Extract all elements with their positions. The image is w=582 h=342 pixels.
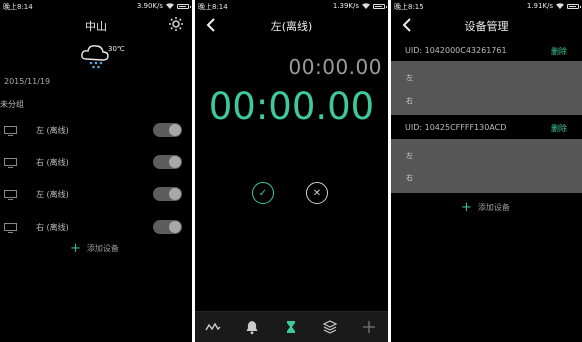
device-row[interactable]: 左 (离线): [0, 122, 192, 140]
status-time: 晚上8:14: [198, 3, 228, 11]
device-toggle[interactable]: [153, 187, 182, 201]
device-label: 右 (离线): [36, 223, 69, 232]
device-label: 左 (离线): [36, 126, 69, 135]
add-device-button[interactable]: + 添加设备: [70, 240, 119, 256]
temperature: 30℃: [108, 45, 125, 53]
date-label: 2015/11/19: [4, 77, 51, 86]
status-bar: 晚上8:14 3.90K/s: [0, 0, 192, 12]
status-time: 晚上8:15: [394, 3, 424, 11]
device-toggle[interactable]: [153, 155, 182, 169]
device-row[interactable]: 右 (离线): [0, 219, 192, 237]
channel-block: 左 右: [391, 61, 582, 115]
page-title: 设备管理: [464, 20, 509, 33]
plus-icon: +: [70, 240, 81, 256]
channel-left[interactable]: 左: [406, 73, 413, 83]
device-uid-row: UID: 1042000C43261761 删除: [391, 41, 582, 61]
device-uid-row: UID: 10425CFFFF130ACD 删除: [391, 118, 582, 138]
weather-snow-icon: [81, 45, 109, 69]
wave-chart-icon[interactable]: [205, 319, 221, 335]
cancel-button[interactable]: ✕: [306, 182, 328, 204]
device-icon: [4, 158, 17, 168]
battery-icon: [373, 3, 387, 9]
bottom-tab-bar: [195, 311, 388, 342]
device-label: 右 (离线): [36, 158, 69, 167]
group-label: 未分组: [0, 100, 24, 109]
device-management-screen: 晚上8:15 1.91K/s 设备管理 UID: 1042000C4326176…: [391, 0, 582, 342]
channel-right[interactable]: 右: [406, 96, 413, 106]
network-speed: 1.39K/s: [332, 2, 359, 10]
device-uid: UID: 1042000C43261761: [405, 46, 507, 55]
status-bar: 晚上8:14 1.39K/s: [195, 0, 388, 12]
channel-right[interactable]: 右: [406, 173, 413, 183]
channel-block: 左 右: [391, 139, 582, 193]
device-label: 左 (离线): [36, 190, 69, 199]
device-icon: [4, 126, 17, 136]
add-device-label: 添加设备: [477, 203, 510, 212]
device-uid: UID: 10425CFFFF130ACD: [405, 123, 507, 132]
gear-icon[interactable]: [168, 16, 184, 32]
device-row[interactable]: 右 (离线): [0, 154, 192, 172]
layers-icon[interactable]: [322, 319, 338, 335]
status-time: 晚上8:14: [3, 3, 33, 11]
add-device-label: 添加设备: [86, 244, 119, 253]
page-title: 中山: [85, 20, 107, 33]
elapsed-timer: 00:00.00: [288, 55, 382, 79]
bell-icon[interactable]: [244, 319, 260, 335]
device-icon: [4, 190, 17, 200]
wifi-icon: [166, 3, 174, 9]
plus-icon[interactable]: [361, 319, 377, 335]
status-bar: 晚上8:15 1.91K/s: [391, 0, 582, 12]
hourglass-icon[interactable]: [283, 319, 299, 335]
confirm-button[interactable]: ✓: [252, 182, 274, 204]
device-toggle[interactable]: [153, 123, 182, 137]
countdown-timer: 00:00.00: [208, 85, 375, 128]
page-title: 左(离线): [270, 20, 313, 33]
delete-button[interactable]: 删除: [551, 46, 567, 57]
network-speed: 3.90K/s: [136, 2, 163, 10]
device-toggle[interactable]: [153, 220, 182, 234]
home-screen: 晚上8:14 3.90K/s 中山 30℃ 2015/11/19 未分组 左 (…: [0, 0, 192, 342]
channel-left[interactable]: 左: [406, 151, 413, 161]
wifi-icon: [556, 3, 564, 9]
network-speed: 1.91K/s: [526, 2, 553, 10]
device-icon: [4, 223, 17, 233]
timer-screen: 晚上8:14 1.39K/s 左(离线) 00:00.00 00:00.00 ✓…: [195, 0, 388, 342]
plus-icon: +: [461, 199, 472, 215]
wifi-icon: [362, 3, 370, 9]
battery-icon: [567, 3, 581, 9]
device-row[interactable]: 左 (离线): [0, 186, 192, 204]
battery-icon: [177, 3, 191, 9]
add-device-button[interactable]: + 添加设备: [461, 199, 510, 215]
delete-button[interactable]: 删除: [551, 123, 567, 134]
